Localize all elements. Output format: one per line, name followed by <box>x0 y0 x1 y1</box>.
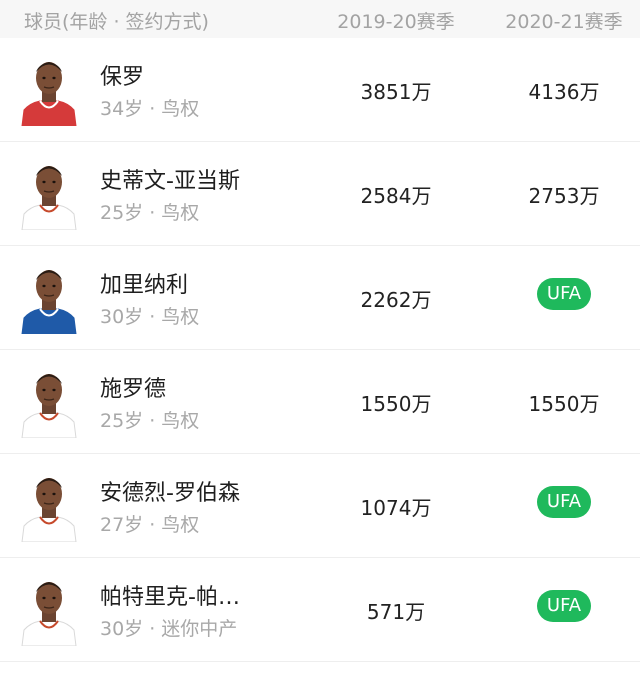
salary-2020-21-cell: 1550万 <box>488 388 640 417</box>
table-row[interactable]: 保罗 34岁 · 鸟权 3851万 4136万 <box>0 38 640 142</box>
ufa-badge: UFA <box>536 278 592 310</box>
ufa-badge: UFA <box>536 590 592 622</box>
ufa-badge: UFA <box>536 486 592 518</box>
salary-2020-21: 1550万 <box>528 392 600 416</box>
salary-2020-21: 2753万 <box>528 184 600 208</box>
table-row[interactable]: 施罗德 25岁 · 鸟权 1550万 1550万 <box>0 350 640 454</box>
salary-2020-21-cell: UFA <box>488 590 640 628</box>
player-avatar <box>20 574 78 646</box>
player-avatar <box>20 470 78 542</box>
table-row[interactable]: 帕特里克-帕… 30岁 · 迷你中产 571万 UFA <box>0 558 640 662</box>
salary-2019-20: 571万 <box>366 600 426 624</box>
player-name: 保罗 <box>100 65 145 90</box>
player-meta: 34岁 · 鸟权 <box>100 98 200 120</box>
player-list: 保罗 34岁 · 鸟权 3851万 4136万 史蒂文-亚当斯 25岁 · 鸟权 2584… <box>0 38 640 662</box>
player-meta: 30岁 · 鸟权 <box>100 306 200 328</box>
player-meta: 30岁 · 迷你中产 <box>100 618 238 640</box>
player-name: 施罗德 <box>100 377 167 402</box>
player-avatar <box>20 262 78 334</box>
player-avatar <box>20 366 78 438</box>
player-name: 帕特里克-帕… <box>100 585 240 610</box>
player-meta: 25岁 · 鸟权 <box>100 410 200 432</box>
player-name: 加里纳利 <box>100 273 189 298</box>
player-avatar <box>20 54 78 126</box>
salary-2020-21: 4136万 <box>528 80 600 104</box>
salary-2019-20: 2262万 <box>360 288 432 312</box>
table-row[interactable]: 加里纳利 30岁 · 鸟权 2262万 UFA <box>0 246 640 350</box>
column-header-season-2020-21: 2020-21赛季 <box>505 11 623 33</box>
salary-2020-21-cell: UFA <box>488 486 640 524</box>
player-name: 史蒂文-亚当斯 <box>100 169 240 194</box>
table-header: 球员(年龄 · 签约方式) 2019-20赛季 2020-21赛季 <box>0 0 640 38</box>
salary-2019-20: 3851万 <box>360 80 432 104</box>
salary-2020-21-cell: 2753万 <box>488 180 640 209</box>
salary-2020-21-cell: 4136万 <box>488 76 640 105</box>
player-avatar <box>20 158 78 230</box>
table-row[interactable]: 史蒂文-亚当斯 25岁 · 鸟权 2584万 2753万 <box>0 142 640 246</box>
salary-2019-20: 2584万 <box>360 184 432 208</box>
player-name: 安德烈-罗伯森 <box>100 481 240 506</box>
salary-2020-21-cell: UFA <box>488 278 640 316</box>
column-header-season-2019-20: 2019-20赛季 <box>337 11 455 33</box>
player-meta: 27岁 · 鸟权 <box>100 514 200 536</box>
player-meta: 25岁 · 鸟权 <box>100 202 200 224</box>
salary-2019-20: 1074万 <box>360 496 432 520</box>
column-header-player: 球员(年龄 · 签约方式) <box>24 11 209 33</box>
table-row[interactable]: 安德烈-罗伯森 27岁 · 鸟权 1074万 UFA <box>0 454 640 558</box>
salary-2019-20: 1550万 <box>360 392 432 416</box>
